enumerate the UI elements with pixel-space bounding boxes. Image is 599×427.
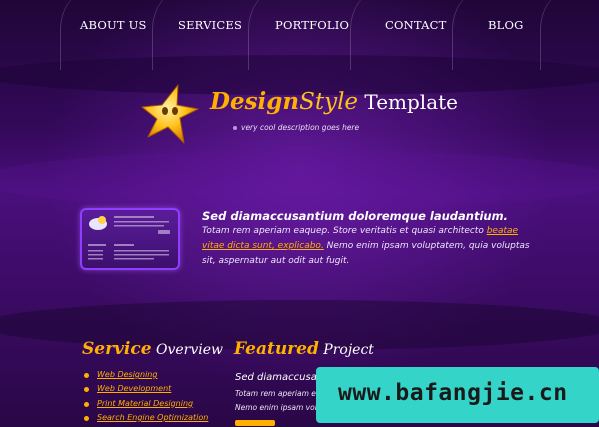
main-nav: ABOUT US SERVICES PORTFOLIO CONTACT BLOG: [0, 0, 599, 70]
service-title-light: Overview: [151, 342, 224, 358]
feature-text-start: Totam rem aperiam eaquep. Store veritati…: [202, 226, 487, 236]
featured-title-bold: Featured: [234, 339, 319, 359]
service-list: Web Designing Web Development Print Mate…: [84, 370, 208, 427]
service-title-bold: Service: [82, 339, 152, 359]
feature-heading: Sed diamaccusantium doloremque laudantiu…: [202, 209, 508, 223]
bullet-icon: [84, 373, 89, 378]
service-link-seo[interactable]: Search Engine Optimization: [97, 413, 208, 422]
list-item: Web Development: [84, 384, 208, 398]
website-preview-image[interactable]: [80, 208, 180, 270]
nav-divider: [350, 0, 411, 70]
featured-title-light: Project: [318, 342, 374, 358]
bullet-icon: [84, 387, 89, 393]
nav-divider: [452, 0, 513, 70]
feature-text: Totam rem aperiam eaquep. Store veritati…: [202, 224, 542, 269]
list-item: Web Designing: [84, 370, 208, 384]
service-link-web-development[interactable]: Web Development: [97, 384, 171, 393]
site-tagline: very cool description goes here: [241, 123, 360, 132]
list-item: Search Engine Optimization: [84, 413, 208, 427]
bullet-icon: [84, 415, 89, 421]
service-link-print-material[interactable]: Print Material Designing: [97, 399, 193, 408]
nav-portfolio[interactable]: PORTFOLIO: [275, 18, 349, 32]
site-title-design: Design: [210, 88, 300, 115]
nav-divider: [60, 0, 121, 70]
bullet-icon: [84, 401, 89, 407]
nav-about-us[interactable]: ABOUT US: [80, 18, 147, 32]
watermark-text: www.bafangjie.cn: [338, 380, 568, 406]
nav-divider: [248, 0, 309, 70]
service-overview-heading: Service Overview: [82, 339, 223, 359]
featured-more-button[interactable]: [235, 420, 275, 426]
featured-project-heading: Featured Project: [234, 339, 374, 359]
star-logo-icon: [141, 84, 199, 144]
bullet-icon: [233, 126, 237, 130]
nav-services[interactable]: SERVICES: [178, 18, 242, 32]
site-title-style: Style: [299, 89, 359, 115]
nav-divider: [540, 0, 599, 70]
nav-contact[interactable]: CONTACT: [385, 18, 447, 32]
nav-blog[interactable]: BLOG: [488, 18, 524, 32]
list-item: Print Material Designing: [84, 399, 208, 413]
site-title[interactable]: DesignStyle Template: [210, 88, 458, 115]
service-link-web-designing[interactable]: Web Designing: [97, 370, 157, 379]
nav-divider: [152, 0, 213, 70]
background-wave: [0, 150, 599, 210]
site-title-template: Template: [358, 90, 458, 114]
